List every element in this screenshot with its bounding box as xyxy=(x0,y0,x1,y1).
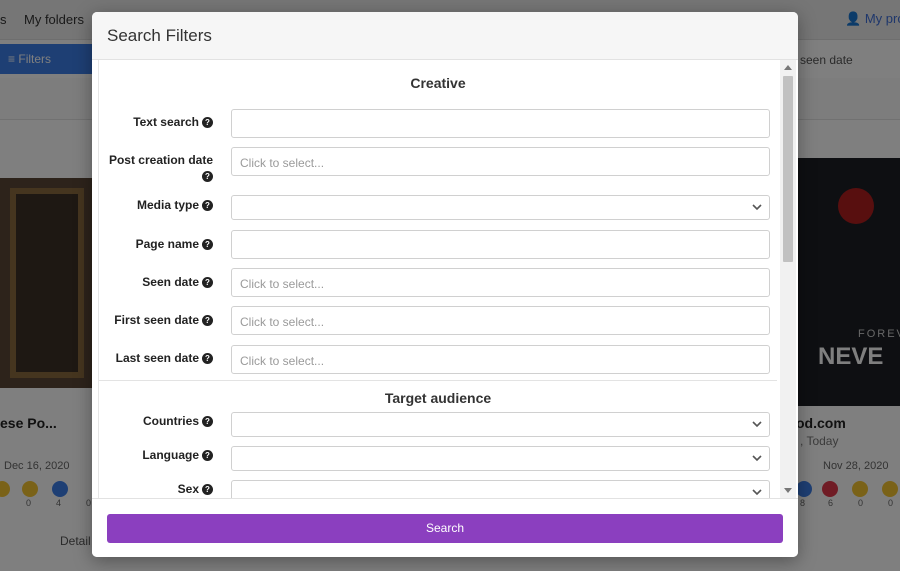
filter-label: First seen date? xyxy=(99,312,213,328)
help-icon[interactable]: ? xyxy=(202,353,213,364)
filter-label-text: Seen date xyxy=(142,275,199,289)
vertical-scrollbar[interactable] xyxy=(780,60,796,498)
sex-select[interactable] xyxy=(231,480,770,498)
section-title-creative: Creative xyxy=(410,75,466,91)
section-title-target-audience: Target audience xyxy=(384,390,492,406)
filter-label: Media type? xyxy=(99,197,213,213)
scrollbar-thumb[interactable] xyxy=(783,76,793,262)
modal-header: Search Filters xyxy=(92,12,798,60)
filter-label: Countries? xyxy=(99,413,213,429)
filters-scroll-area[interactable]: Creative Text search? Post creation date… xyxy=(98,60,777,498)
filter-label-text: Page name xyxy=(135,237,199,251)
scroll-down-arrow-icon[interactable] xyxy=(784,488,792,493)
page-name-input[interactable] xyxy=(231,230,770,259)
field-placeholder: Click to select... xyxy=(240,277,325,291)
scroll-up-arrow-icon[interactable] xyxy=(784,65,792,70)
search-button[interactable]: Search xyxy=(107,514,783,543)
section-divider xyxy=(99,380,777,381)
first-seen-date-picker[interactable]: Click to select... xyxy=(231,306,770,335)
filter-label: Seen date? xyxy=(99,274,213,290)
chevron-down-icon xyxy=(752,489,762,496)
help-icon[interactable]: ? xyxy=(202,117,213,128)
help-icon[interactable]: ? xyxy=(202,239,213,250)
filter-label-text: Text search xyxy=(133,115,199,129)
chevron-down-icon xyxy=(752,455,762,462)
help-icon[interactable]: ? xyxy=(202,277,213,288)
filter-label-text: Language xyxy=(142,448,199,462)
filter-label: Last seen date? xyxy=(99,350,213,366)
post-creation-date-picker[interactable]: Click to select... xyxy=(231,147,770,176)
modal-title: Search Filters xyxy=(107,26,212,45)
modal-footer: Search xyxy=(92,498,798,557)
filter-label-text: Sex xyxy=(177,482,199,496)
help-icon[interactable]: ? xyxy=(202,171,213,182)
chevron-down-icon xyxy=(752,421,762,428)
media-type-select[interactable] xyxy=(231,195,770,220)
help-icon[interactable]: ? xyxy=(202,200,213,211)
field-placeholder: Click to select... xyxy=(240,156,325,170)
help-icon[interactable]: ? xyxy=(202,484,213,495)
seen-date-picker[interactable]: Click to select... xyxy=(231,268,770,297)
filter-label: Page name? xyxy=(99,236,213,252)
filter-label-text: Countries xyxy=(142,414,199,428)
help-icon[interactable]: ? xyxy=(202,416,213,427)
help-icon[interactable]: ? xyxy=(202,450,213,461)
modal-body[interactable]: Creative Text search? Post creation date… xyxy=(92,60,798,498)
field-placeholder: Click to select... xyxy=(240,315,325,329)
field-placeholder: Click to select... xyxy=(240,354,325,368)
search-filters-modal: Search Filters Creative Text search? Pos… xyxy=(92,12,798,557)
help-icon[interactable]: ? xyxy=(202,315,213,326)
chevron-down-icon xyxy=(752,204,762,211)
filter-label-text: Last seen date xyxy=(115,351,199,365)
language-select[interactable] xyxy=(231,446,770,471)
filter-label: Sex? xyxy=(99,481,213,497)
last-seen-date-picker[interactable]: Click to select... xyxy=(231,345,770,374)
text-search-input[interactable] xyxy=(231,109,770,138)
filter-label: Language? xyxy=(99,447,213,463)
countries-select[interactable] xyxy=(231,412,770,437)
filter-label-text: Media type xyxy=(136,198,199,212)
filter-label-text: First seen date xyxy=(114,313,199,327)
filter-label: Text search? xyxy=(99,114,213,130)
filter-label: Post creation date? xyxy=(99,152,213,184)
filter-label-text: Post creation date xyxy=(108,153,213,167)
